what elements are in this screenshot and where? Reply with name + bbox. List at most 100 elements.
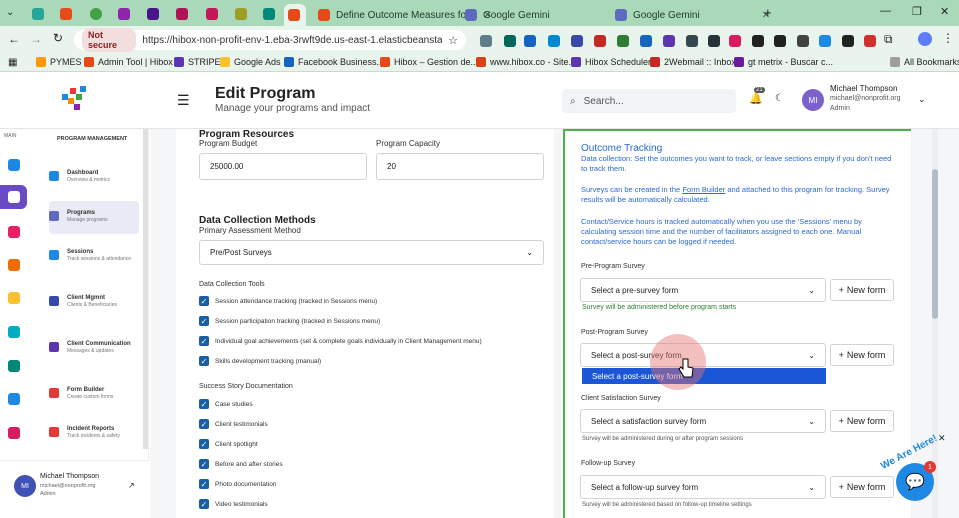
logout-icon[interactable]: ↗	[128, 481, 135, 490]
bookmark-item[interactable]: www.hibox.co - Site...	[476, 57, 576, 67]
rail-icon[interactable]	[8, 292, 20, 304]
not-secure-badge[interactable]: Not secure	[82, 28, 137, 52]
new-tab-button[interactable]: +	[764, 5, 772, 20]
tab-search-icon[interactable]: ⌄	[6, 7, 14, 18]
tool-checkbox[interactable]: ✓ Skills development tracking (manual)	[199, 356, 321, 366]
profile-avatar[interactable]	[918, 32, 932, 46]
chevron-down-icon[interactable]: ⌄	[918, 94, 926, 105]
extension-icon[interactable]	[594, 35, 606, 47]
story-checkbox[interactable]: ✓ Case studies	[199, 399, 253, 409]
tool-checkbox[interactable]: ✓ Individual goal achievements (set & com…	[199, 336, 482, 346]
sidebar-item-sessions[interactable]: Sessions Track sessions & attendance	[49, 248, 139, 263]
extension-icon[interactable]	[663, 35, 675, 47]
rail-icon[interactable]	[8, 259, 20, 271]
story-checkbox[interactable]: ✓ Client testimonials	[199, 419, 268, 429]
rail-icon[interactable]	[8, 360, 20, 372]
star-icon[interactable]: ☆	[448, 34, 458, 47]
minimize-icon[interactable]: —	[880, 5, 891, 17]
extension-icon[interactable]	[640, 35, 652, 47]
hamburger-menu-icon[interactable]: ☰	[177, 92, 190, 109]
main-scrollbar-thumb[interactable]	[932, 169, 938, 319]
sidebar-item-form-builder[interactable]: Form Builder Create custom forms	[49, 386, 139, 401]
extension-icon[interactable]	[819, 35, 831, 47]
extension-icon[interactable]	[504, 35, 516, 47]
capacity-input[interactable]: 20	[376, 153, 544, 180]
pinned-tab-icon[interactable]	[32, 8, 44, 20]
bookmark-item[interactable]: STRIPE	[174, 57, 221, 67]
extension-icon[interactable]	[729, 35, 741, 47]
whatsapp-icon[interactable]	[90, 8, 102, 20]
bookmark-item[interactable]: Admin Tool | Hibox |	[84, 57, 178, 67]
sidebar-item-programs[interactable]: Programs Manage programs	[49, 209, 139, 224]
post-new-form-button[interactable]: + New form	[830, 344, 894, 366]
pinned-tab-icon[interactable]	[235, 8, 247, 20]
pre-new-form-button[interactable]: + New form	[830, 279, 894, 301]
extension-icon[interactable]	[571, 35, 583, 47]
extension-icon[interactable]	[617, 35, 629, 47]
pre-survey-select[interactable]: Select a pre-survey form ⌄	[580, 278, 826, 302]
sidebar-item-client-communication[interactable]: Client Communication Messages & updates	[49, 340, 139, 355]
puzzle-icon[interactable]: ⧉	[884, 32, 893, 47]
tab-gemini-1[interactable]: Google Gemini✕	[465, 4, 624, 26]
sidebar-scrollbar[interactable]	[143, 129, 148, 449]
tab-gemini-2[interactable]: Google Gemini ✕	[615, 4, 770, 26]
pinned-tab-icon[interactable]	[263, 8, 275, 20]
url-field[interactable]: Not secure https://hibox-non-profit-env-…	[74, 28, 466, 52]
rail-icon[interactable]	[8, 427, 20, 439]
extension-icon[interactable]	[797, 35, 809, 47]
extension-icon[interactable]	[752, 35, 764, 47]
satisfaction-survey-select[interactable]: Select a satisfaction survey form ⌄	[580, 409, 826, 433]
programs-icon[interactable]	[8, 191, 20, 203]
forward-icon[interactable]: →	[30, 32, 42, 46]
search-input[interactable]: ⌕ Search...	[562, 89, 736, 113]
rail-icon[interactable]	[8, 326, 20, 338]
bookmark-item[interactable]: Hibox Scheduler	[571, 57, 651, 67]
tool-checkbox[interactable]: ✓ Session attendance tracking (tracked in…	[199, 296, 377, 306]
avatar[interactable]: MI	[14, 475, 36, 497]
followup-new-form-button[interactable]: + New form	[830, 476, 894, 498]
story-checkbox[interactable]: ✓ Client spotlight	[199, 439, 258, 449]
story-checkbox[interactable]: ✓ Video testimonials	[199, 499, 268, 509]
bookmark-item[interactable]: Google Ads	[220, 57, 281, 67]
extension-icon[interactable]	[548, 35, 560, 47]
followup-survey-select[interactable]: Select a follow-up survey form ⌄	[580, 475, 826, 499]
story-checkbox[interactable]: ✓ Photo documentation	[199, 479, 276, 489]
pinned-tab-icon[interactable]	[206, 8, 218, 20]
assessment-method-select[interactable]: Pre/Post Surveys ⌄	[199, 240, 544, 265]
sidebar-item-client-mgmnt[interactable]: Client Mgmnt Clients & Beneficiaries	[49, 294, 139, 309]
close-window-icon[interactable]: ✕	[940, 5, 949, 18]
extension-icon[interactable]	[708, 35, 720, 47]
home-icon[interactable]	[8, 159, 20, 171]
tab-active-app[interactable]	[284, 4, 306, 26]
bookmark-item[interactable]: PYMES	[36, 57, 82, 67]
tool-checkbox[interactable]: ✓ Session participation tracking (tracked…	[199, 316, 380, 326]
pinned-tab-icon[interactable]	[60, 8, 72, 20]
back-icon[interactable]: ←	[8, 32, 20, 46]
form-builder-link[interactable]: Form Builder	[682, 185, 725, 194]
extension-icon[interactable]	[686, 35, 698, 47]
rail-icon[interactable]	[8, 393, 20, 405]
all-bookmarks[interactable]: All Bookmarks	[890, 57, 959, 67]
sidebar-item-dashboard[interactable]: Dashboard Overview & metrics	[49, 169, 139, 184]
maximize-icon[interactable]: ❐	[912, 5, 922, 18]
bell-icon[interactable]: 🔔	[749, 92, 763, 105]
moon-icon[interactable]: ☾	[775, 93, 784, 104]
budget-input[interactable]: 25000.00	[199, 153, 367, 180]
sidebar-item-incident-reports[interactable]: Incident Reports Track incidents & safety	[49, 425, 139, 440]
extension-icon[interactable]	[864, 35, 876, 47]
pinned-tab-icon[interactable]	[176, 8, 188, 20]
satisfaction-new-form-button[interactable]: + New form	[830, 410, 894, 432]
reload-icon[interactable]: ↻	[53, 31, 63, 45]
bookmark-item[interactable]: 2Webmail :: Inbox	[650, 57, 736, 67]
extension-icon[interactable]	[842, 35, 854, 47]
avatar[interactable]: MI	[802, 89, 824, 111]
story-checkbox[interactable]: ✓ Before and after stories	[199, 459, 283, 469]
extension-icon[interactable]	[480, 35, 492, 47]
rail-icon[interactable]	[8, 226, 20, 238]
pinned-tab-icon[interactable]	[118, 8, 130, 20]
bookmark-item[interactable]: gt metrix - Buscar c...	[734, 57, 833, 67]
extension-icon[interactable]	[524, 35, 536, 47]
bookmark-item[interactable]: Facebook Business...	[284, 57, 384, 67]
pinned-tab-icon[interactable]	[147, 8, 159, 20]
menu-dots-icon[interactable]: ⋮	[942, 31, 954, 45]
